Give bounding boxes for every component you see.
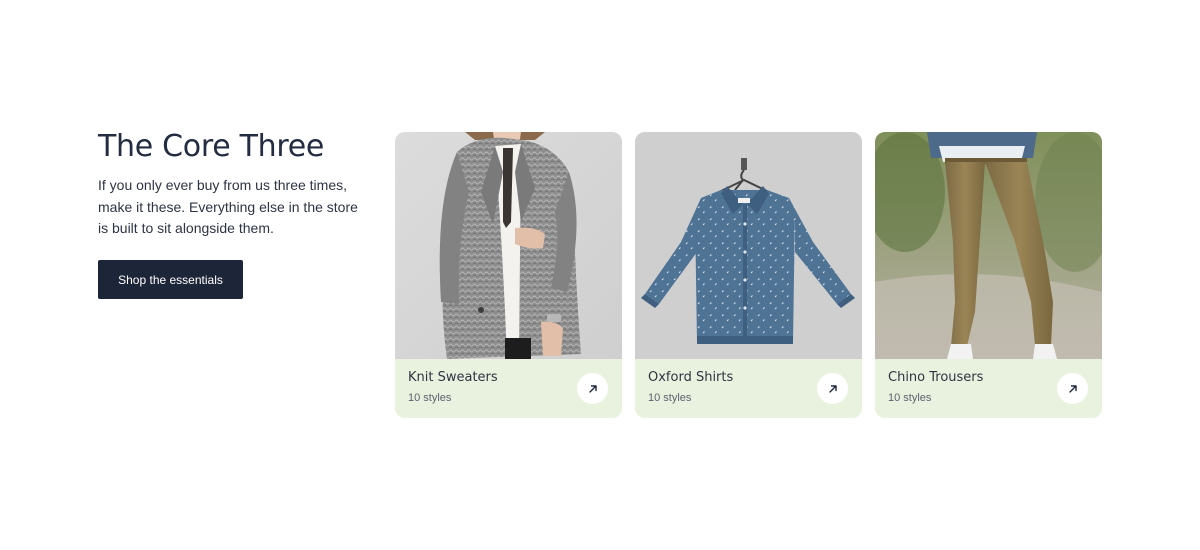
arrow-up-right-icon [1068,384,1077,393]
card-style-count: 10 styles [648,392,692,404]
card-image-chino-trousers [875,132,1102,359]
product-card-oxford-shirts[interactable]: Oxford Shirts 10 styles [635,132,862,418]
card-image-oxford-shirts [635,132,862,359]
card-title: Oxford Shirts [648,370,734,385]
product-card-chino-trousers[interactable]: Chino Trousers 10 styles [875,132,1102,418]
card-title: Chino Trousers [888,370,984,385]
card-footer: Chino Trousers 10 styles [875,359,1102,418]
open-category-button[interactable] [577,373,608,404]
product-card-knit-sweaters[interactable]: Knit Sweaters 10 styles [395,132,622,418]
arrow-up-right-icon [588,384,597,393]
section-description: If you only ever buy from us three times… [98,177,358,236]
open-category-button[interactable] [817,373,848,404]
arrow-up-right-icon [828,384,837,393]
shop-essentials-button[interactable]: Shop the essentials [98,260,243,299]
card-style-count: 10 styles [408,392,452,404]
card-title: Knit Sweaters [408,370,498,385]
card-image-knit-sweaters [395,132,622,359]
card-style-count: 10 styles [888,392,932,404]
card-footer: Knit Sweaters 10 styles [395,359,622,418]
open-category-button[interactable] [1057,373,1088,404]
card-footer: Oxford Shirts 10 styles [635,359,862,418]
section-intro: The Core Three If you only ever buy from… [98,128,358,240]
section-title: The Core Three [98,129,325,164]
